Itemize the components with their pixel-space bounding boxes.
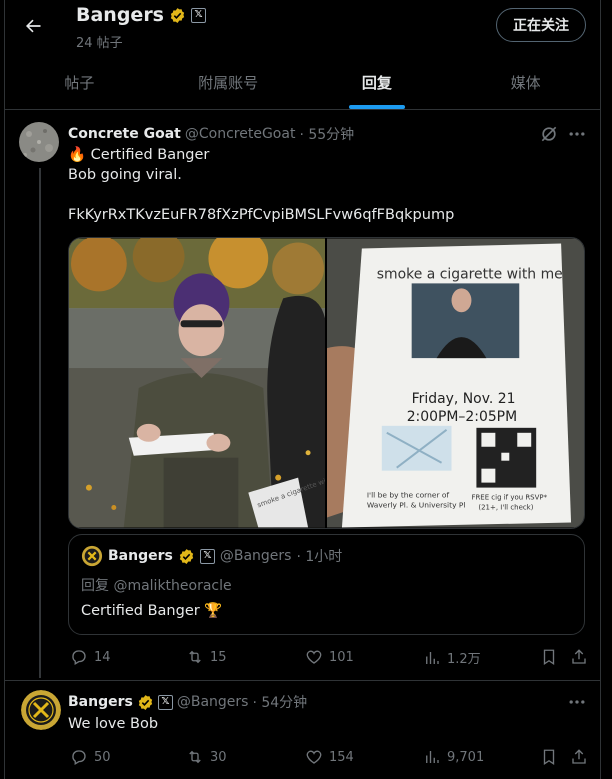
quoted-author-handle: @Bangers xyxy=(219,548,292,564)
post2-time[interactable]: · 54分钟 xyxy=(252,692,307,712)
flyer-rsvp-note-2: (21+, I'll check) xyxy=(478,504,533,512)
bookmark-button[interactable] xyxy=(540,648,558,666)
share-button[interactable] xyxy=(570,648,588,666)
bookmark-icon xyxy=(543,649,555,666)
repost-icon xyxy=(189,650,201,664)
repost-button[interactable]: 30 xyxy=(186,748,227,766)
reply-button[interactable]: 50 xyxy=(70,748,111,766)
share-button[interactable] xyxy=(570,748,588,766)
avatar-bangers[interactable] xyxy=(21,690,61,730)
back-button[interactable] xyxy=(19,12,47,40)
reply-icon xyxy=(72,650,86,665)
post1-line1: 🔥 Certified Banger xyxy=(68,147,210,163)
trophy-icon: 🏆 xyxy=(204,603,223,619)
bangers-logo-avatar xyxy=(21,690,61,730)
flyer-corner-note-2: Waverly Pl. & University Pl xyxy=(367,501,466,510)
more-button[interactable] xyxy=(567,124,587,144)
post-count: 24 帖子 xyxy=(76,36,123,51)
repost-button[interactable]: 15 xyxy=(186,648,227,666)
quoted-author-name: Bangers xyxy=(108,548,173,564)
tab-posts[interactable]: 帖子 xyxy=(5,56,154,109)
views-count: 9,701 xyxy=(447,749,485,765)
reply-icon xyxy=(72,750,86,765)
post1-author-name[interactable]: Concrete Goat xyxy=(68,126,181,142)
views-count: 1.2万 xyxy=(447,652,481,667)
flyer-time: 2:00PM–2:05PM xyxy=(407,409,517,425)
like-icon xyxy=(306,750,322,764)
photo-bob-holding-flyers[interactable]: smoke a cigarette with me xyxy=(69,238,325,528)
reply-button[interactable]: 14 xyxy=(70,648,111,666)
x-affiliate-icon: 𝕏 xyxy=(157,694,173,710)
post-divider xyxy=(5,680,600,681)
like-count: 101 xyxy=(329,649,354,665)
post2-actions: 50 30 154 9,701 xyxy=(68,748,588,770)
grok-icon xyxy=(541,126,557,142)
main-column: Bangers 𝕏 24 帖子 正在关注 帖子 附属账号 回复 媒体 Concr… xyxy=(4,0,601,779)
quoted-post-text: Certified Banger 🏆 xyxy=(81,603,223,619)
post1-time[interactable]: · 55分钟 xyxy=(299,124,354,144)
post1-contract-address: FkKyrRxTKvzEuFR78fXzPfCvpiBMSLFvw6qfFBqk… xyxy=(68,207,455,223)
grok-button[interactable] xyxy=(539,124,559,144)
thread-line xyxy=(39,168,41,678)
quoted-post[interactable]: Bangers 𝕏 @Bangers · 1小时 回复 @maliktheora… xyxy=(68,534,585,635)
post1-actions: 14 15 101 1.2万 xyxy=(68,648,588,670)
tab-replies[interactable]: 回复 xyxy=(303,56,452,109)
bangers-avatar-small xyxy=(81,545,103,567)
x-affiliate-icon: 𝕏 xyxy=(199,548,215,564)
quoted-reply-to: 回复 @maliktheoracle xyxy=(81,578,232,594)
repost-count: 15 xyxy=(210,649,227,665)
views-icon xyxy=(426,651,439,664)
post1-author-handle[interactable]: @ConcreteGoat xyxy=(185,126,296,142)
x-affiliate-icon: 𝕏 xyxy=(191,7,206,23)
tab-affiliates[interactable]: 附属账号 xyxy=(154,56,303,109)
reply-count: 14 xyxy=(94,649,111,665)
profile-header: Bangers 𝕏 xyxy=(76,4,206,26)
flyer-rsvp-note-1: FREE cig if you RSVP* xyxy=(471,494,547,502)
repost-icon xyxy=(189,750,201,764)
profile-tabs: 帖子 附属账号 回复 媒体 xyxy=(5,56,600,110)
views-icon xyxy=(426,751,439,763)
following-button[interactable]: 正在关注 xyxy=(496,8,586,42)
share-icon xyxy=(572,649,586,664)
share-icon xyxy=(572,749,586,764)
avatar-concrete-goat[interactable] xyxy=(19,122,59,162)
post1-media[interactable]: smoke a cigarette with me smoke a cigare… xyxy=(68,237,585,529)
more-button[interactable] xyxy=(567,692,587,712)
like-button[interactable]: 154 xyxy=(305,748,354,766)
flyer-corner-note-1: I'll be by the corner of xyxy=(367,491,450,500)
fire-icon: 🔥 xyxy=(68,147,87,163)
post2-author-handle[interactable]: @Bangers xyxy=(177,694,249,710)
verified-gold-icon xyxy=(179,548,194,564)
photo-flyer[interactable]: smoke a cigarette with me Friday, Nov. 2… xyxy=(327,238,584,528)
post1-header: Concrete Goat @ConcreteGoat · 55分钟 xyxy=(68,124,354,144)
like-button[interactable]: 101 xyxy=(305,648,354,666)
more-icon xyxy=(569,132,585,136)
tab-media[interactable]: 媒体 xyxy=(451,56,600,109)
reply-count: 50 xyxy=(94,749,111,765)
quoted-post-header: Bangers 𝕏 @Bangers · 1小时 xyxy=(81,545,342,567)
quoted-post-time: · 1小时 xyxy=(296,549,343,565)
post1-line2: Bob going viral. xyxy=(68,167,182,183)
post2-text: We love Bob xyxy=(68,716,159,732)
repost-count: 30 xyxy=(210,749,227,765)
post2-author-name[interactable]: Bangers xyxy=(68,694,133,710)
bookmark-button[interactable] xyxy=(540,748,558,766)
verified-gold-icon xyxy=(170,7,185,23)
profile-name: Bangers xyxy=(76,4,164,26)
concrete-texture-avatar xyxy=(19,122,59,162)
flyer-title: smoke a cigarette with me xyxy=(377,266,563,282)
views-button[interactable]: 1.2万 xyxy=(423,648,481,667)
like-icon xyxy=(306,650,322,664)
flyer-date: Friday, Nov. 21 xyxy=(412,391,516,407)
back-arrow-icon xyxy=(26,19,41,33)
verified-gold-icon xyxy=(138,694,153,710)
views-button[interactable]: 9,701 xyxy=(423,748,484,766)
more-icon xyxy=(569,700,585,704)
bookmark-icon xyxy=(543,749,555,766)
post2-header: Bangers 𝕏 @Bangers · 54分钟 xyxy=(68,692,307,712)
like-count: 154 xyxy=(329,749,354,765)
